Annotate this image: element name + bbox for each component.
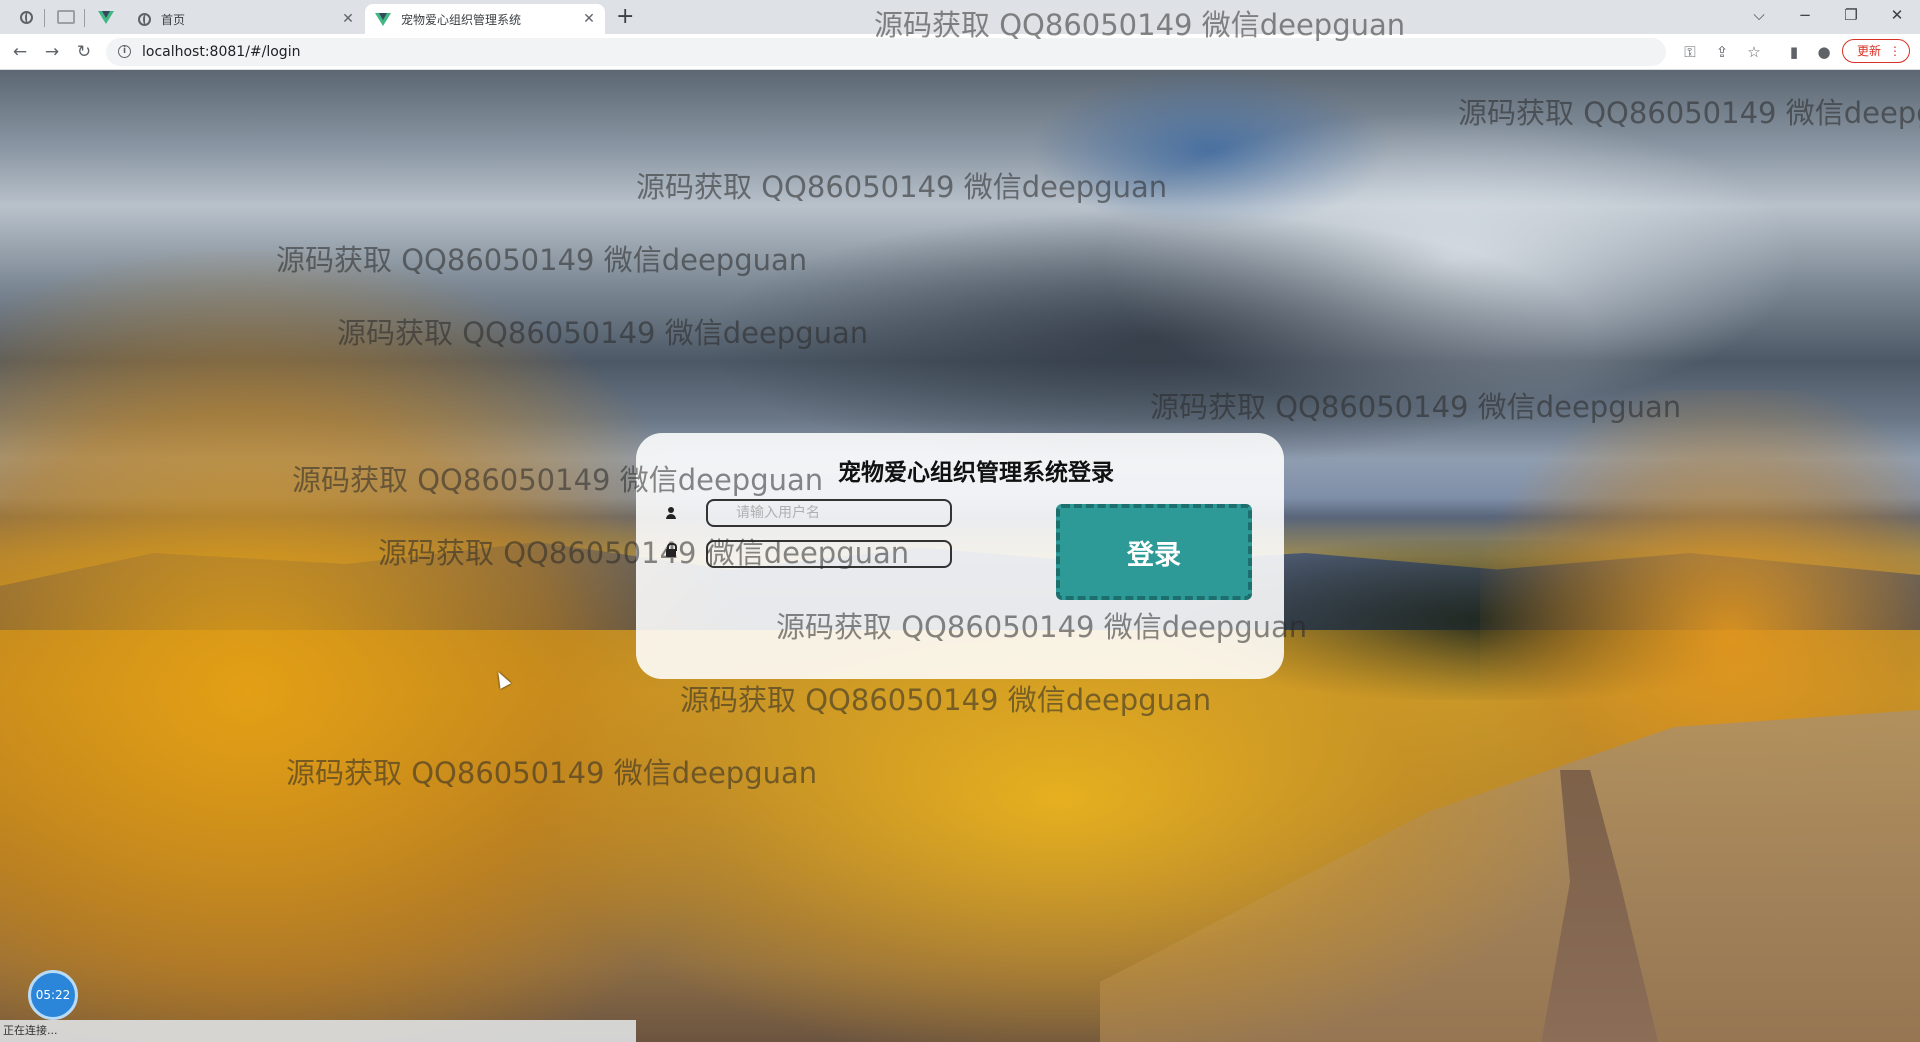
update-button[interactable]: 更新 ⋮ <box>1842 39 1910 63</box>
username-input[interactable] <box>706 499 952 527</box>
login-title: 宠物爱心组织管理系统登录 <box>838 460 1114 486</box>
window-close-icon[interactable]: ✕ <box>1874 0 1920 30</box>
profile-icon[interactable]: ● <box>1814 42 1834 62</box>
pinned-tab-3[interactable] <box>92 4 120 30</box>
tab-title: 宠物爱心组织管理系统 <box>401 12 522 27</box>
login-form: 宠物爱心组织管理系统登录 登录 <box>636 433 1284 679</box>
back-arrow-icon[interactable]: ← <box>8 40 32 64</box>
user-icon <box>664 506 678 520</box>
password-input[interactable] <box>706 540 952 568</box>
timer-badge[interactable]: 05:22 <box>28 970 78 1020</box>
globe-icon <box>138 12 151 26</box>
login-page: 宠物爱心组织管理系统登录 登录 源码获取 QQ86050149 微信deepgu… <box>0 70 1920 1042</box>
tab-home[interactable]: 首页 ✕ <box>128 4 356 34</box>
reload-icon[interactable]: ↻ <box>72 40 96 64</box>
minimize-icon[interactable]: − <box>1782 0 1828 30</box>
tab-strip: 首页 ✕ 宠物爱心组织管理系统 ✕ + 源码获取 QQ86050149 微信de… <box>0 0 1920 42</box>
lock-icon <box>664 543 678 557</box>
login-button[interactable]: 登录 <box>1056 504 1252 600</box>
tab-title: 首页 <box>161 12 186 27</box>
close-icon[interactable]: ✕ <box>581 11 597 27</box>
star-icon[interactable]: ☆ <box>1744 42 1764 62</box>
url-text[interactable]: localhost:8081/#/login <box>142 38 300 66</box>
background-storm-cloud <box>700 210 1600 470</box>
menu-dots-icon[interactable]: ⋮ <box>1889 40 1901 62</box>
tab-pet-system[interactable]: 宠物爱心组织管理系统 ✕ <box>365 4 605 34</box>
tab-separator <box>44 9 45 27</box>
globe-icon <box>19 10 33 24</box>
new-tab-button[interactable]: + <box>616 4 634 30</box>
info-icon[interactable]: i <box>118 45 131 58</box>
update-label: 更新 <box>1857 44 1882 58</box>
key-icon[interactable]: ⚿ <box>1680 42 1700 62</box>
share-icon[interactable]: ⇪ <box>1712 42 1732 62</box>
pinned-tab-2[interactable] <box>52 4 80 30</box>
browser-window: 首页 ✕ 宠物爱心组织管理系统 ✕ + 源码获取 QQ86050149 微信de… <box>0 0 1920 1042</box>
background-autumn-trees <box>560 630 1560 1042</box>
status-bar: 正在连接... <box>0 1020 636 1042</box>
sidepanel-icon[interactable]: ▮ <box>1784 42 1804 62</box>
tab-separator <box>84 9 85 27</box>
vue-logo-icon <box>98 10 114 24</box>
restore-icon[interactable]: ❐ <box>1828 0 1874 30</box>
forward-arrow-icon[interactable]: → <box>40 40 64 64</box>
pinned-tab-1[interactable] <box>12 4 40 30</box>
watermark: 源码获取 QQ86050149 微信deepguan <box>874 8 1406 42</box>
close-icon[interactable]: ✕ <box>340 11 356 27</box>
blank-page-icon <box>57 10 75 24</box>
tab-search-icon[interactable]: ⌵ <box>1736 0 1782 30</box>
vue-logo-icon <box>375 12 391 26</box>
